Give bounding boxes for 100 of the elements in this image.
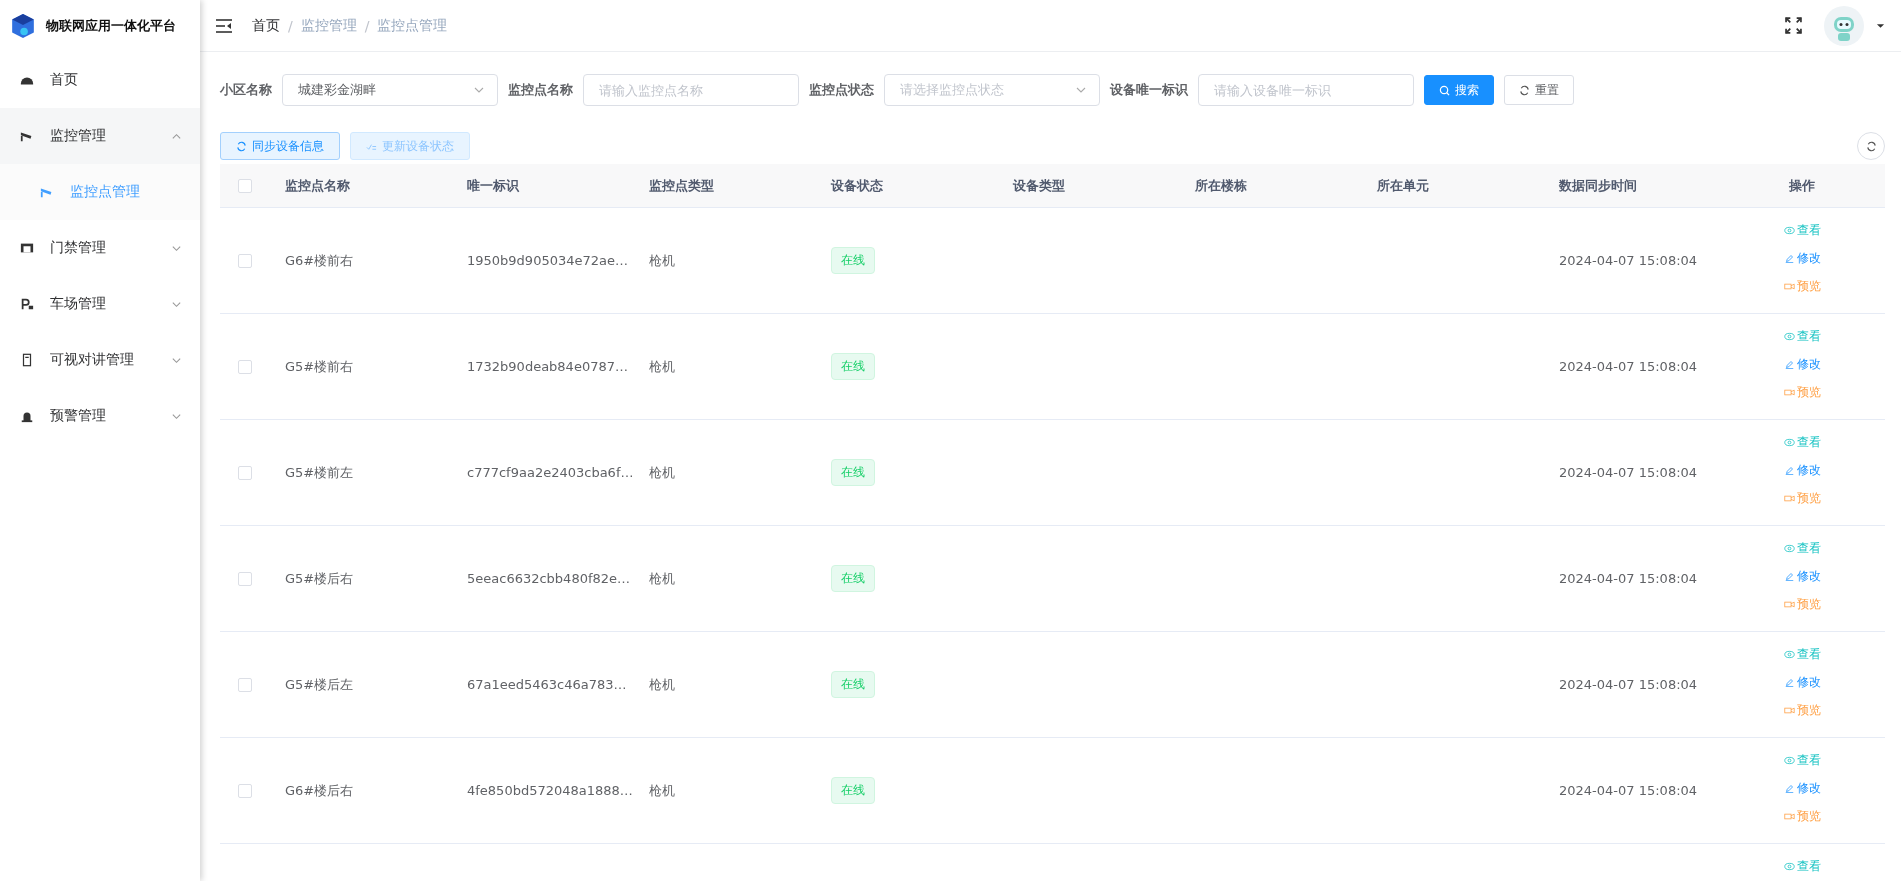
- column-header: 操作: [1789, 176, 1815, 195]
- table-cell: 枪机: [649, 357, 675, 376]
- checkbox[interactable]: [238, 677, 252, 692]
- breadcrumb-item[interactable]: 监控管理: [300, 16, 357, 35]
- menu-icon[interactable]: [216, 18, 232, 33]
- table-cell: 枪机: [649, 569, 675, 588]
- pencil-icon: [1783, 253, 1795, 263]
- column-header: 设备类型: [1013, 176, 1066, 195]
- eye-icon: [1783, 225, 1795, 235]
- sidebar-item[interactable]: 可视对讲管理: [0, 332, 200, 388]
- preview-link[interactable]: 预览: [1783, 806, 1821, 826]
- view-link[interactable]: 查看: [1783, 538, 1821, 558]
- sidebar-item[interactable]: 预警管理: [0, 388, 200, 444]
- status-tag: 在线: [831, 353, 875, 380]
- sidebar-subitem[interactable]: 监控点管理: [0, 164, 200, 220]
- table-cell: 1950b9d905034e72ae…: [467, 253, 628, 268]
- edit-link[interactable]: 修改: [1783, 354, 1821, 374]
- table-cell: 1732b90deab84e0787…: [467, 359, 628, 374]
- pencil-icon: [1783, 465, 1795, 475]
- table-cell: 2024-04-07 15:08:04: [1559, 253, 1698, 268]
- checkbox[interactable]: [238, 465, 252, 480]
- view-link[interactable]: 查看: [1783, 326, 1821, 346]
- eye-icon: [1783, 755, 1795, 765]
- status-tag: 在线: [831, 459, 875, 486]
- table-cell: G5#楼后左: [285, 675, 354, 694]
- input-field[interactable]: 请输入监控点名称: [583, 74, 799, 106]
- eye-icon: [1783, 861, 1795, 871]
- sidebar-item[interactable]: 车场管理: [0, 276, 200, 332]
- video-camera-icon: [1783, 811, 1795, 821]
- pencil-icon: [1783, 783, 1795, 793]
- status-tag: 在线: [831, 777, 875, 804]
- eye-icon: [1783, 543, 1795, 553]
- checkbox[interactable]: [238, 783, 252, 798]
- column-header: 所在楼栋: [1195, 176, 1248, 195]
- pencil-icon: [1783, 677, 1795, 687]
- fullscreen-icon[interactable]: [1785, 17, 1802, 34]
- table-cell: 2024-04-07 15:08:04: [1559, 359, 1698, 374]
- preview-link[interactable]: 预览: [1783, 276, 1821, 296]
- table-cell: 2024-04-07 15:08:04: [1559, 465, 1698, 480]
- phone-icon: [20, 353, 34, 367]
- refresh-icon: [1865, 140, 1877, 152]
- filter-label: 设备唯一标识: [1110, 81, 1188, 99]
- table-cell: G5#楼前左: [285, 463, 354, 482]
- search-button[interactable]: 搜索: [1424, 75, 1494, 105]
- sync-button[interactable]: 同步设备信息: [220, 132, 340, 160]
- sidebar-item[interactable]: 首页: [0, 52, 200, 108]
- video-camera-icon: [1783, 387, 1795, 397]
- eye-icon: [1783, 649, 1795, 659]
- video-camera-icon: [1783, 281, 1795, 291]
- logo-icon: [10, 13, 36, 39]
- preview-link[interactable]: 预览: [1783, 382, 1821, 402]
- pencil-icon: [1783, 359, 1795, 369]
- view-link[interactable]: 查看: [1783, 432, 1821, 452]
- view-link[interactable]: 查看: [1783, 644, 1821, 664]
- sidebar-item[interactable]: 监控管理: [0, 108, 200, 164]
- avatar-icon[interactable]: [1824, 5, 1864, 46]
- caret-icon[interactable]: [1876, 22, 1885, 29]
- select-field[interactable]: 城建彩金湖畔: [282, 74, 498, 106]
- video-camera-icon: [1783, 599, 1795, 609]
- edit-link[interactable]: 修改: [1783, 460, 1821, 480]
- table-cell: G5#楼后右: [285, 569, 354, 588]
- column-header: 数据同步时间: [1559, 176, 1638, 195]
- edit-link[interactable]: 修改: [1783, 248, 1821, 268]
- eye-icon: [1783, 437, 1795, 447]
- breadcrumb-separator: /: [364, 17, 370, 34]
- table-cell: 67a1eed5463c46a783…: [467, 677, 627, 692]
- edit-link[interactable]: 修改: [1783, 672, 1821, 692]
- edit-link[interactable]: 修改: [1783, 778, 1821, 798]
- table-cell: G5#楼前右: [285, 357, 354, 376]
- refresh-button[interactable]: [1857, 132, 1885, 160]
- parking-icon: [20, 297, 34, 311]
- sidebar-item[interactable]: 门禁管理: [0, 220, 200, 276]
- checkbox[interactable]: [238, 178, 252, 193]
- column-header: 设备状态: [831, 176, 884, 195]
- checkbox[interactable]: [238, 359, 252, 374]
- video-camera-icon: [1783, 705, 1795, 715]
- gate-icon: [20, 241, 34, 255]
- column-header: 监控点类型: [649, 176, 715, 195]
- column-header: 唯一标识: [467, 176, 520, 195]
- table-cell: 4fe850bd572048a1888…: [467, 783, 633, 798]
- column-header: 监控点名称: [285, 176, 351, 195]
- breadcrumb-item: 监控点管理: [377, 16, 448, 35]
- table-cell: 2024-04-07 15:08:04: [1559, 783, 1698, 798]
- view-link[interactable]: 查看: [1783, 750, 1821, 770]
- view-link[interactable]: 查看: [1783, 220, 1821, 240]
- column-header: 所在单元: [1377, 176, 1430, 195]
- status-tag: 在线: [831, 565, 875, 592]
- status-tag: 在线: [831, 671, 875, 698]
- select-field[interactable]: 请选择监控点状态: [884, 74, 1100, 106]
- preview-link[interactable]: 预览: [1783, 594, 1821, 614]
- preview-link[interactable]: 预览: [1783, 700, 1821, 720]
- checkbox[interactable]: [238, 253, 252, 268]
- search-icon: [1439, 84, 1450, 96]
- preview-link[interactable]: 预览: [1783, 488, 1821, 508]
- view-link[interactable]: 查看: [1783, 856, 1821, 876]
- reset-button[interactable]: 重置: [1504, 75, 1574, 105]
- breadcrumb-item[interactable]: 首页: [252, 16, 280, 35]
- table-cell: 2024-04-07 15:08:04: [1559, 677, 1698, 692]
- checkbox[interactable]: [238, 571, 252, 586]
- edit-link[interactable]: 修改: [1783, 566, 1821, 586]
